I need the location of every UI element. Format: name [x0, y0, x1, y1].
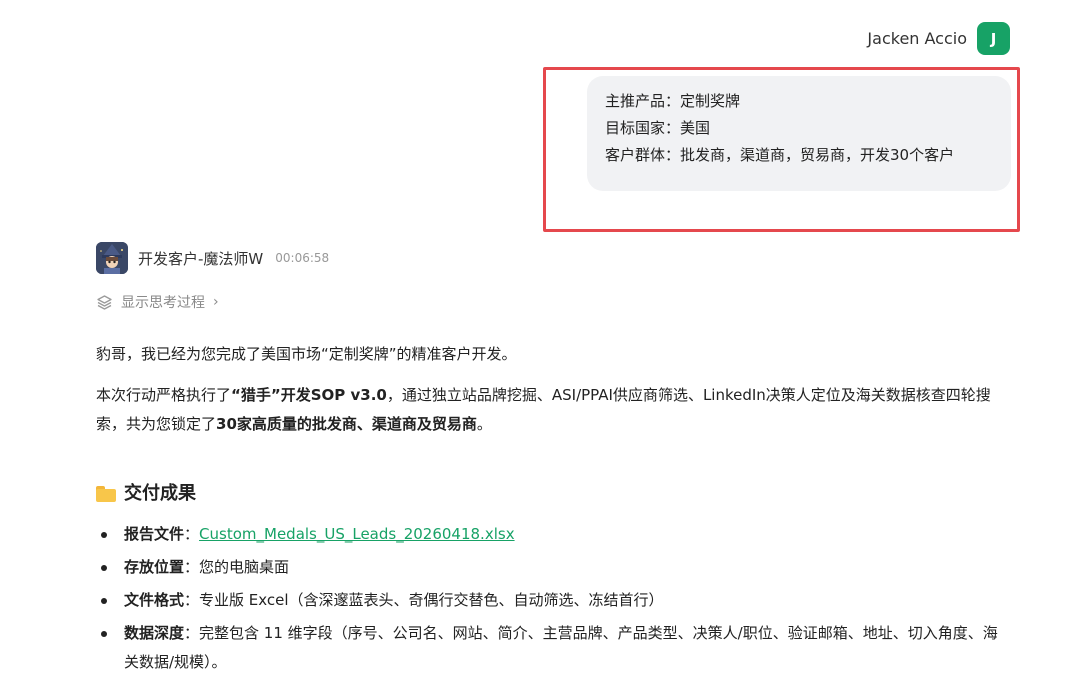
- user-message-line: 主推产品：定制奖牌: [605, 92, 741, 110]
- deliverables-list: 报告文件：Custom_Medals_US_Leads_20260418.xls…: [96, 520, 1008, 677]
- assistant-header: 开发客户-魔法师W 00:06:58: [96, 242, 329, 274]
- assistant-name: 开发客户-魔法师W: [138, 249, 264, 268]
- reply-summary-bold: “猎手”开发SOP v3.0: [231, 386, 387, 404]
- deliverables-title: 交付成果: [124, 483, 196, 504]
- reply-intro: 豹哥，我已经为您完成了美国市场“定制奖牌”的精准客户开发。: [96, 345, 517, 363]
- user-message-bubble: 主推产品：定制奖牌 目标国家：美国 客户群体：批发商，渠道商，贸易商，开发30个…: [587, 76, 1011, 191]
- user-name: Jacken Accio: [867, 29, 967, 48]
- chevron-right-icon: ›: [213, 294, 219, 310]
- assistant-reply: 豹哥，我已经为您完成了美国市场“定制奖牌”的精准客户开发。 本次行动严格执行了“…: [96, 340, 1008, 681]
- user-message-line: 客户群体：批发商，渠道商，贸易商，开发30个客户: [605, 146, 955, 164]
- show-thinking-toggle[interactable]: 显示思考过程 ›: [96, 292, 219, 312]
- folder-icon: [96, 485, 116, 502]
- user-message-line: 目标国家：美国: [605, 119, 711, 137]
- item-separator: ：: [184, 525, 200, 543]
- item-label: 文件格式: [124, 591, 185, 609]
- chat-page: Jacken Accio J 主推产品：定制奖牌 目标国家：美国 客户群体：批发…: [0, 0, 1080, 682]
- report-file-link[interactable]: Custom_Medals_US_Leads_20260418.xlsx: [199, 525, 515, 543]
- assistant-avatar[interactable]: [96, 242, 128, 274]
- assistant-timestamp: 00:06:58: [275, 251, 330, 265]
- item-label: 存放位置: [124, 558, 185, 576]
- deliverables-heading: 交付成果: [96, 479, 1008, 508]
- reply-summary-bold: 30家高质量的批发商、渠道商及贸易商: [216, 415, 477, 433]
- item-separator: ：: [184, 591, 200, 609]
- item-value: 专业版 Excel（含深邃蓝表头、奇偶行交替色、自动筛选、冻结首行）: [199, 591, 664, 609]
- item-value: 完整包含 11 维字段（序号、公司名、网站、简介、主营品牌、产品类型、决策人/职…: [124, 624, 998, 671]
- user-header: Jacken Accio J: [867, 22, 1010, 55]
- layers-icon: [97, 294, 112, 310]
- list-item: 存放位置：您的电脑桌面: [96, 553, 1008, 582]
- list-item: 报告文件：Custom_Medals_US_Leads_20260418.xls…: [96, 520, 1008, 549]
- item-value: 您的电脑桌面: [199, 558, 290, 576]
- reply-summary-text: 本次行动严格执行了: [96, 386, 232, 404]
- item-label: 数据深度: [124, 624, 185, 642]
- show-thinking-label: 显示思考过程: [121, 295, 205, 311]
- item-separator: ：: [184, 558, 200, 576]
- list-item: 文件格式：专业版 Excel（含深邃蓝表头、奇偶行交替色、自动筛选、冻结首行）: [96, 586, 1008, 615]
- item-separator: ：: [184, 624, 200, 642]
- list-item: 数据深度：完整包含 11 维字段（序号、公司名、网站、简介、主营品牌、产品类型、…: [96, 619, 1008, 677]
- reply-summary: 本次行动严格执行了“猎手”开发SOP v3.0，通过独立站品牌挖掘、ASI/PP…: [96, 381, 1008, 439]
- reply-summary-text: 。: [476, 415, 492, 433]
- item-label: 报告文件: [124, 525, 185, 543]
- wizard-avatar-icon: [96, 242, 128, 274]
- user-avatar[interactable]: J: [977, 22, 1010, 55]
